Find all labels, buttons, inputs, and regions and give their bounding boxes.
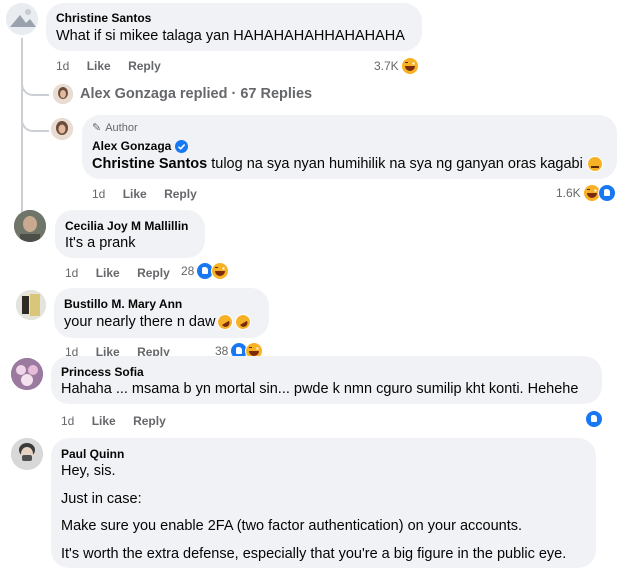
like-button[interactable]: Like bbox=[123, 187, 147, 201]
rofl-icon bbox=[231, 311, 254, 333]
avatar[interactable] bbox=[16, 290, 46, 320]
comment-text-line: It's worth the extra defense, especially… bbox=[61, 546, 567, 562]
comment-bubble: Christine Santos What if si mikee talaga… bbox=[46, 3, 422, 51]
comment-author[interactable]: Cecilia Joy M Mallillin bbox=[65, 219, 188, 233]
comment-author[interactable]: Princess Sofia bbox=[61, 365, 144, 379]
comment-actions: 1d Like Reply bbox=[61, 414, 180, 428]
comment-text-line: Just in case: bbox=[61, 491, 142, 507]
avatar-image bbox=[11, 358, 43, 390]
thread-connector bbox=[21, 100, 49, 132]
comment-bubble: Cecilia Joy M Mallillin It's a prank bbox=[55, 210, 205, 258]
comment-text: It's a prank bbox=[65, 235, 136, 251]
reaction-summary[interactable] bbox=[585, 410, 603, 428]
like-button[interactable]: Like bbox=[92, 414, 116, 428]
avatar[interactable] bbox=[51, 118, 73, 140]
comment-author[interactable]: Alex Gonzaga bbox=[92, 139, 189, 153]
reaction-count: 28 bbox=[181, 264, 195, 278]
comment-actions: 1d Like Reply bbox=[65, 266, 184, 280]
reply-button[interactable]: Reply bbox=[133, 414, 166, 428]
comment-time[interactable]: 1d bbox=[65, 266, 78, 280]
comment-author[interactable]: Bustillo M. Mary Ann bbox=[64, 297, 182, 311]
avatar bbox=[53, 84, 73, 104]
comment-bubble: Princess Sofia Hahaha ... msama b yn mor… bbox=[51, 356, 602, 404]
avatar-image bbox=[6, 3, 38, 35]
avatar-image bbox=[14, 210, 46, 242]
reaction-count: 3.7K bbox=[374, 59, 399, 73]
thread-connector bbox=[21, 70, 49, 96]
avatar[interactable] bbox=[11, 438, 43, 470]
reaction-summary[interactable]: 3.7K bbox=[374, 57, 419, 75]
reply-button[interactable]: Reply bbox=[164, 187, 197, 201]
like-reaction-icon bbox=[597, 184, 616, 202]
like-button[interactable]: Like bbox=[96, 266, 120, 280]
tired-face-icon bbox=[586, 156, 603, 172]
avatar[interactable] bbox=[11, 358, 43, 390]
comment-author[interactable]: Paul Quinn bbox=[61, 447, 124, 461]
like-reaction-icon bbox=[585, 410, 603, 428]
comment-time[interactable]: 1d bbox=[61, 414, 74, 428]
comment-bubble: Bustillo M. Mary Ann your nearly there n… bbox=[54, 288, 269, 338]
pencil-icon: ✎ bbox=[92, 122, 102, 134]
comment-text: Christine Santos tulog na sya nyan humih… bbox=[92, 156, 603, 172]
author-badge: ✎ Author bbox=[92, 121, 138, 135]
view-replies-link[interactable]: Alex Gonzaga replied · 67 Replies bbox=[80, 86, 312, 102]
avatar-image bbox=[51, 118, 73, 140]
comment-text: your nearly there n daw bbox=[64, 311, 254, 333]
avatar-image bbox=[11, 438, 43, 470]
reply-button[interactable]: Reply bbox=[137, 266, 170, 280]
mention-link[interactable]: Christine Santos bbox=[92, 156, 207, 172]
comment-bubble: ✎ Author Alex Gonzaga Christine Santos t… bbox=[82, 115, 617, 179]
comment-text: What if si mikee talaga yan HAHAHAHAHHAH… bbox=[56, 28, 405, 44]
comment-author[interactable]: Christine Santos bbox=[56, 11, 151, 25]
avatar-image bbox=[53, 84, 73, 104]
comment-bubble: Paul Quinn Hey, sis. Just in case: Make … bbox=[51, 438, 596, 568]
comment-text-line: Hey, sis. bbox=[61, 463, 116, 479]
avatar[interactable] bbox=[14, 210, 46, 242]
comment-time[interactable]: 1d bbox=[92, 187, 105, 201]
avatar-image bbox=[16, 290, 46, 320]
reaction-count: 1.6K bbox=[556, 186, 581, 200]
rofl-icon bbox=[213, 311, 236, 333]
comment-text-line: Make sure you enable 2FA (two factor aut… bbox=[61, 518, 523, 534]
comment-text: Hahaha ... msama b yn mortal sin... pwde… bbox=[61, 381, 579, 397]
haha-icon bbox=[400, 57, 419, 75]
reply-button[interactable]: Reply bbox=[128, 59, 161, 73]
comment-actions: 1d Like Reply bbox=[92, 187, 211, 201]
comment-actions: 1d Like Reply bbox=[56, 59, 175, 73]
verified-icon bbox=[175, 139, 189, 153]
like-button[interactable]: Like bbox=[87, 59, 111, 73]
reaction-summary[interactable]: 28 bbox=[181, 262, 230, 280]
reaction-summary[interactable]: 1.6K bbox=[556, 184, 616, 202]
haha-icon bbox=[211, 262, 230, 280]
avatar[interactable] bbox=[6, 3, 38, 35]
comment-time[interactable]: 1d bbox=[56, 59, 69, 73]
